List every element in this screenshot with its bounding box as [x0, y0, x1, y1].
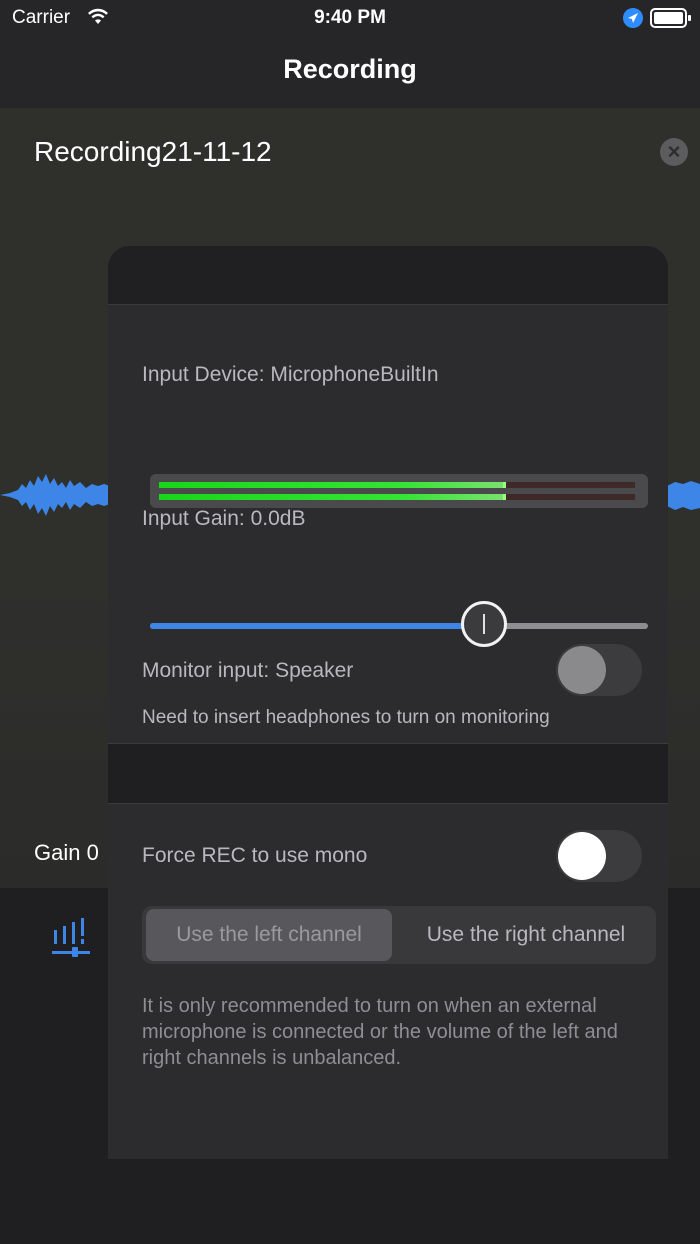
popover-footer [108, 1159, 668, 1226]
force-mono-toggle[interactable] [556, 830, 642, 882]
navigation-bar: Recording [0, 36, 700, 108]
level-meter-left-fill [159, 482, 506, 488]
status-bar: Carrier 9:40 PM [0, 0, 700, 36]
equalizer-icon[interactable] [50, 918, 94, 960]
left-channel-segment[interactable]: Use the left channel [146, 909, 392, 961]
input-settings-popover: Input Device: MicrophoneBuiltIn Input Ga… [108, 246, 668, 1226]
monitor-toggle-knob [558, 646, 606, 694]
monitor-input-label: Monitor input: Speaker [142, 659, 354, 682]
gain-slider-fill [150, 623, 484, 629]
monitor-hint: Need to insert headphones to turn on mon… [142, 707, 550, 728]
battery-icon [650, 8, 692, 33]
section-separator [108, 744, 668, 802]
level-meter-right-fill [159, 494, 506, 500]
level-meter-right-channel [159, 494, 635, 500]
recording-name[interactable]: Recording21-11-12 [34, 136, 272, 168]
location-arrow-icon [622, 7, 644, 34]
input-section: Input Device: MicrophoneBuiltIn Input Ga… [108, 305, 668, 744]
gain-slider-thumb[interactable] [461, 601, 507, 647]
gain-label: Gain 0 [34, 840, 99, 865]
mono-section: Force REC to use mono Use the left chann… [108, 803, 668, 1160]
close-icon[interactable]: × [660, 138, 688, 166]
input-gain-label: Input Gain: 0.0dB [142, 507, 306, 530]
waveform-right [667, 481, 700, 510]
level-meter [150, 474, 648, 508]
input-device-label: Input Device: MicrophoneBuiltIn [142, 363, 439, 386]
force-mono-toggle-knob [558, 832, 606, 880]
force-mono-label: Force REC to use mono [142, 844, 368, 867]
right-channel-segment[interactable]: Use the right channel [400, 909, 652, 961]
status-time: 9:40 PM [314, 7, 386, 28]
mono-note: It is only recommended to turn on when a… [142, 995, 618, 1069]
popover-header [108, 246, 668, 305]
level-meter-right-peak [503, 494, 506, 500]
waveform-left [0, 474, 110, 516]
level-meter-left-peak [503, 482, 506, 488]
gain-slider-track[interactable] [150, 623, 648, 629]
level-meter-left-channel [159, 482, 635, 488]
channel-segmented-control: Use the left channel Use the right chann… [142, 906, 656, 964]
monitor-toggle[interactable] [556, 644, 642, 696]
page-title: Recording [283, 54, 417, 84]
